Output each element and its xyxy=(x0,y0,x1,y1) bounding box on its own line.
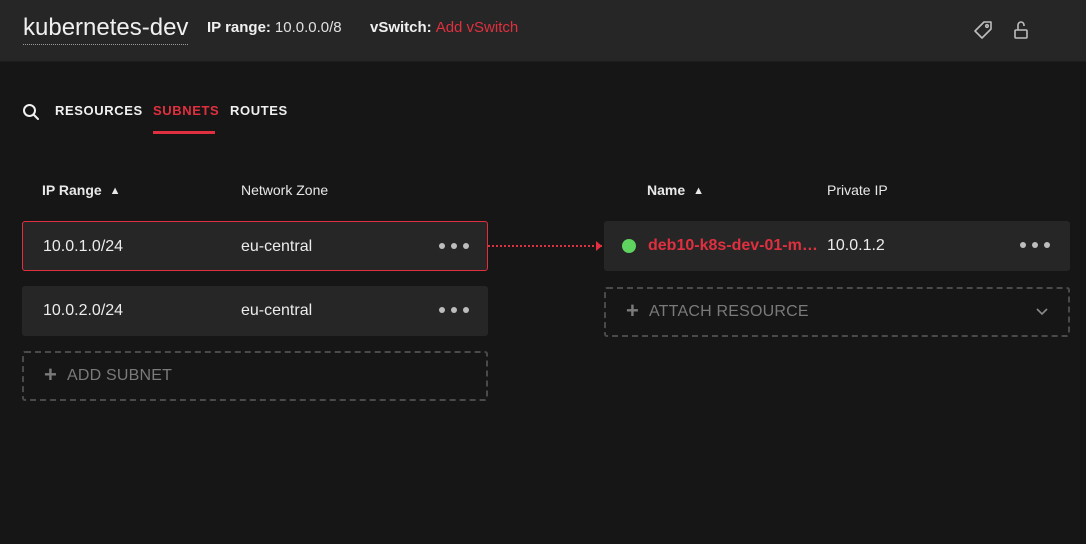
vswitch-label: vSwitch: xyxy=(370,19,432,36)
more-options-icon[interactable] xyxy=(438,303,470,317)
column-header-ip-range-label: IP Range xyxy=(42,182,102,198)
sort-ascending-icon: ▲ xyxy=(693,185,705,197)
ip-range-info: IP range: 10.0.0.0/8 xyxy=(207,19,342,37)
active-tab-indicator xyxy=(153,131,215,134)
subnet-network-zone: eu-central xyxy=(241,238,313,255)
plus-icon: + xyxy=(44,362,57,387)
plus-icon: + xyxy=(626,298,639,323)
column-header-network-zone[interactable]: Network Zone xyxy=(241,182,328,198)
connector-arrow xyxy=(596,241,602,251)
top-bar: kubernetes-dev IP range: 10.0.0.0/8 vSwit… xyxy=(0,0,1086,62)
resource-private-ip: 10.0.1.2 xyxy=(827,237,885,254)
ip-range-value: 10.0.0.0/8 xyxy=(274,19,342,36)
tab-subnets[interactable]: SUBNETS xyxy=(153,103,219,119)
column-header-private-ip[interactable]: Private IP xyxy=(827,182,888,198)
tab-routes[interactable]: ROUTES xyxy=(230,103,288,119)
subnet-row[interactable]: 10.0.1.0/24 eu-central xyxy=(22,221,488,271)
chevron-down-icon xyxy=(1036,308,1048,316)
network-name[interactable]: kubernetes-dev xyxy=(23,14,189,45)
subnet-ip-range: 10.0.2.0/24 xyxy=(43,302,124,319)
column-header-ip-range[interactable]: IP Range ▲ xyxy=(42,182,121,199)
add-vswitch-link[interactable]: Add vSwitch xyxy=(436,19,519,36)
attach-resource-dropdown[interactable]: + ATTACH RESOURCE xyxy=(604,287,1070,337)
ip-range-label: IP range: xyxy=(207,19,271,36)
more-options-icon[interactable] xyxy=(1019,238,1051,252)
lock-open-icon[interactable] xyxy=(1010,19,1032,41)
sort-ascending-icon: ▲ xyxy=(109,185,121,197)
resource-name[interactable]: deb10-k8s-dev-01-m… xyxy=(648,237,818,255)
resource-row[interactable]: deb10-k8s-dev-01-m… 10.0.1.2 xyxy=(604,221,1070,271)
vswitch-info: vSwitch: Add vSwitch xyxy=(370,19,518,37)
column-header-name[interactable]: Name ▲ xyxy=(647,182,704,199)
search-icon[interactable] xyxy=(22,103,40,121)
subnet-ip-range: 10.0.1.0/24 xyxy=(43,238,124,255)
subnet-resource-connector xyxy=(488,245,602,247)
add-subnet-label: ADD SUBNET xyxy=(67,367,173,384)
status-running-icon xyxy=(622,239,636,253)
add-subnet-button[interactable]: + ADD SUBNET xyxy=(22,351,488,401)
subnet-row[interactable]: 10.0.2.0/24 eu-central xyxy=(22,286,488,336)
tab-resources[interactable]: RESOURCES xyxy=(55,103,143,119)
subnet-network-zone: eu-central xyxy=(241,302,313,319)
label-icon[interactable] xyxy=(972,19,994,41)
column-header-name-label: Name xyxy=(647,182,686,198)
attach-resource-label: ATTACH RESOURCE xyxy=(649,303,809,320)
more-options-icon[interactable] xyxy=(438,239,470,253)
